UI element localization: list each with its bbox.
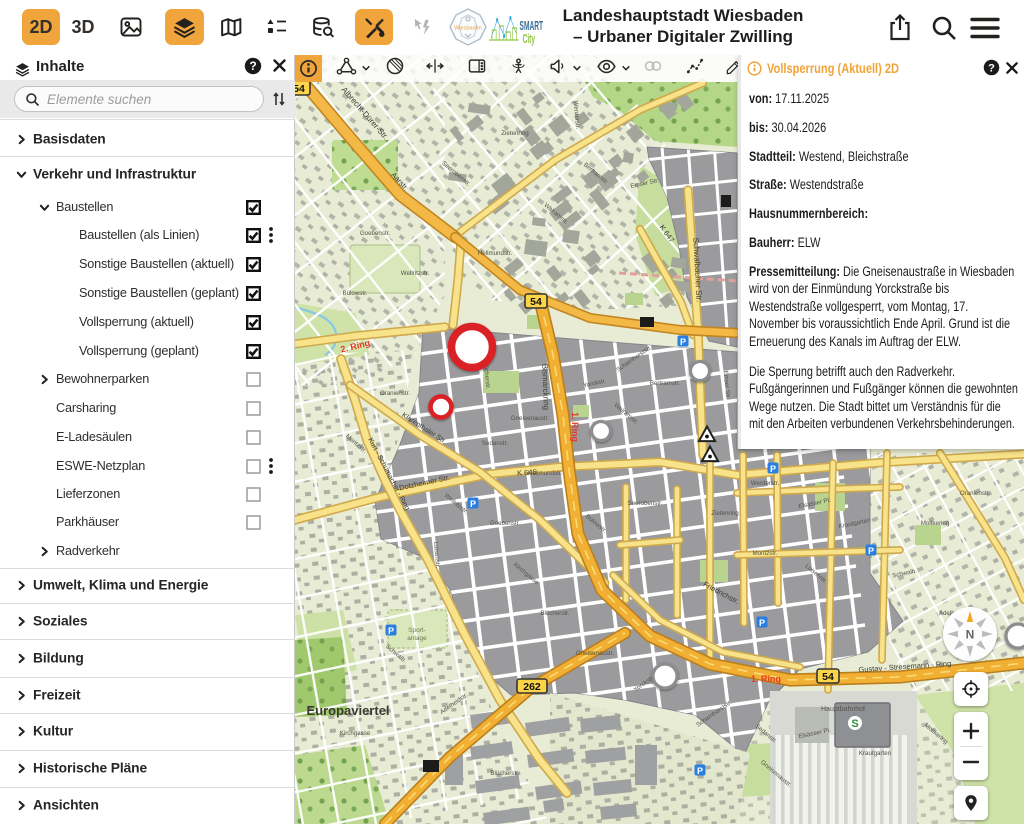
svg-text:Sedanstr.: Sedanstr. bbox=[482, 440, 508, 447]
svg-text:P: P bbox=[388, 626, 394, 636]
svg-text:Seerobenstr.: Seerobenstr. bbox=[627, 500, 662, 507]
svg-text:Bertramstr.: Bertramstr. bbox=[650, 380, 681, 387]
svg-text:Gneisenaustr.: Gneisenaustr. bbox=[511, 415, 549, 422]
svg-text:Sport-: Sport- bbox=[408, 627, 426, 634]
svg-text:P: P bbox=[680, 337, 686, 347]
svg-text:Gneisenaustr.: Gneisenaustr. bbox=[576, 650, 614, 657]
svg-text:Europaviertel: Europaviertel bbox=[306, 703, 389, 718]
svg-text:P: P bbox=[470, 499, 476, 509]
svg-text:Bismarckring: Bismarckring bbox=[540, 364, 551, 411]
svg-text:Kirchgasse: Kirchgasse bbox=[340, 730, 371, 737]
svg-text:Krautgarten: Krautgarten bbox=[859, 750, 892, 757]
svg-text:P: P bbox=[770, 464, 776, 474]
svg-text:Hellmundstr.: Hellmundstr. bbox=[528, 470, 563, 477]
svg-text:P: P bbox=[759, 618, 765, 628]
svg-text:54: 54 bbox=[822, 671, 834, 683]
svg-text:262: 262 bbox=[523, 681, 541, 693]
svg-text:Goebenstr.: Goebenstr. bbox=[360, 230, 391, 237]
svg-text:P: P bbox=[868, 546, 874, 556]
svg-text:Goebenstr.: Goebenstr. bbox=[490, 520, 521, 527]
svg-text:Werderstr.: Werderstr. bbox=[751, 480, 780, 487]
svg-text:Blücherstr.: Blücherstr. bbox=[490, 770, 520, 777]
svg-text:Wellritzstr.: Wellritzstr. bbox=[401, 270, 430, 277]
svg-text:Hellmundstr.: Hellmundstr. bbox=[478, 250, 513, 257]
svg-text:1. Ring: 1. Ring bbox=[751, 674, 781, 684]
svg-text:Bülowstr.: Bülowstr. bbox=[342, 290, 367, 297]
svg-text:Blücherstr.: Blücherstr. bbox=[540, 610, 570, 617]
svg-text:SMART: SMART bbox=[520, 20, 544, 34]
svg-text:Hauptbahnhof: Hauptbahnhof bbox=[821, 706, 865, 713]
svg-text:P: P bbox=[697, 766, 703, 776]
svg-text:Zietenring: Zietenring bbox=[501, 130, 529, 137]
svg-text:Zietenring: Zietenring bbox=[711, 510, 739, 517]
svg-text:Moritzstr.: Moritzstr. bbox=[752, 550, 777, 557]
svg-text:anlage: anlage bbox=[407, 635, 427, 642]
svg-text:City: City bbox=[523, 33, 536, 47]
svg-text:S: S bbox=[851, 718, 858, 730]
svg-text:1. Ring: 1. Ring bbox=[570, 412, 580, 442]
svg-text:Oranienstr.: Oranienstr. bbox=[960, 490, 991, 497]
svg-text:Wiesbaden: Wiesbaden bbox=[454, 26, 482, 32]
svg-text:N: N bbox=[966, 628, 975, 642]
svg-text:Oranienstr.: Oranienstr. bbox=[380, 390, 411, 397]
svg-text:?: ? bbox=[988, 62, 995, 74]
svg-text:54: 54 bbox=[530, 296, 542, 308]
svg-text:54: 54 bbox=[295, 83, 305, 95]
svg-text:?: ? bbox=[249, 59, 256, 73]
svg-text:Moltkering: Moltkering bbox=[921, 520, 950, 527]
